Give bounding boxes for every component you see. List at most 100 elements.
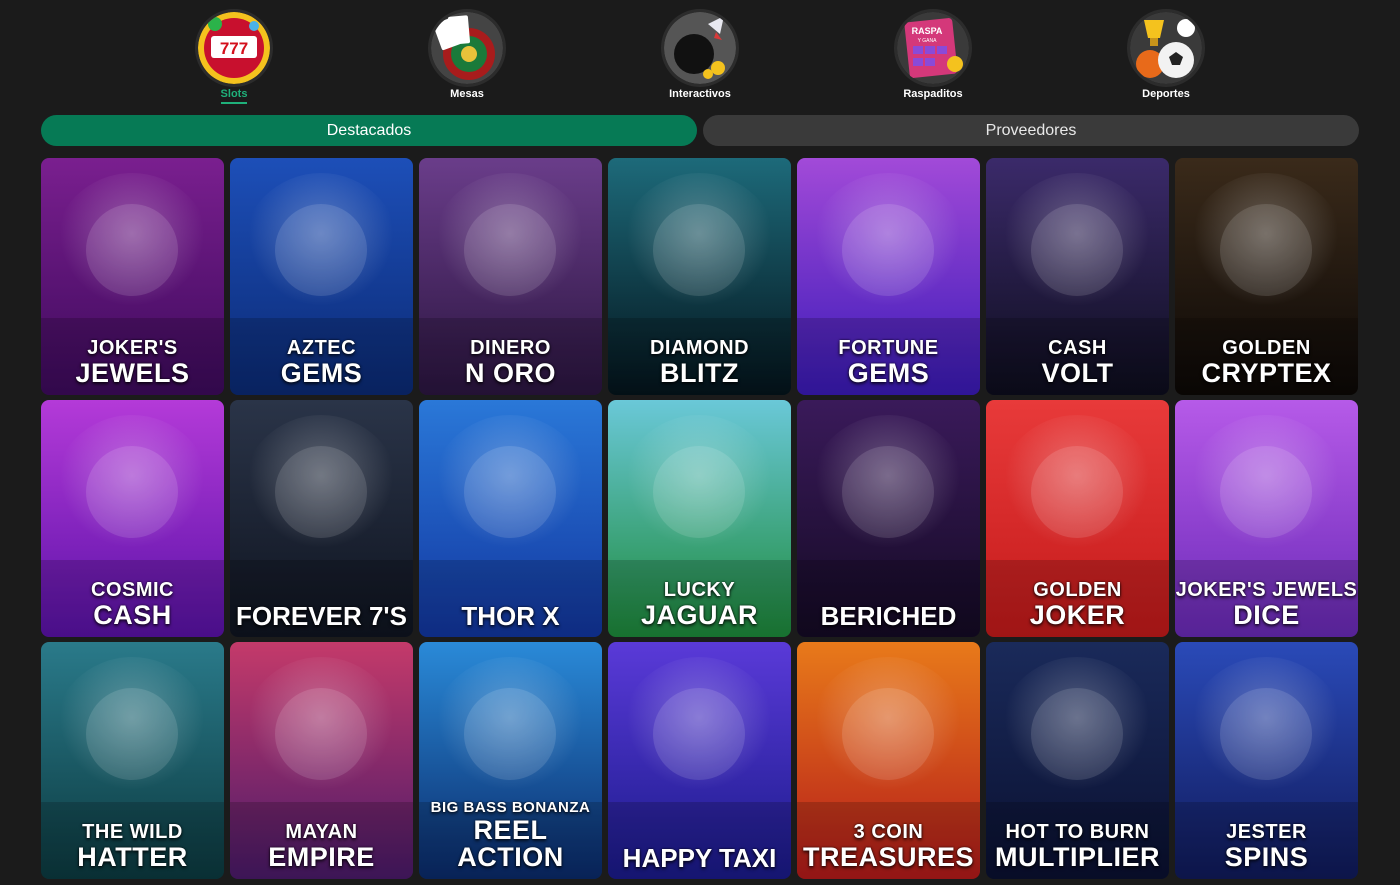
game-title-text: FOREVER 7'S xyxy=(236,601,407,631)
game-title-line2: CRYPTEX xyxy=(1201,358,1332,388)
category-interactivos[interactable]: Interactivos xyxy=(645,12,755,104)
game-tile[interactable]: JOKER'S JEWELS DICE xyxy=(1175,400,1358,637)
game-title-line2: EMPIRE xyxy=(268,842,375,872)
game-title: GOLDEN JOKER xyxy=(986,580,1169,629)
game-title: DINERO N ORO xyxy=(419,338,602,387)
game-title-line2: JAGUAR xyxy=(640,600,758,630)
game-title: THE WILD HATTER xyxy=(41,822,224,871)
game-title: BERICHED xyxy=(797,603,980,629)
game-title-line1: 3 COIN xyxy=(853,821,924,843)
tab-destacados[interactable]: Destacados xyxy=(41,115,697,146)
game-title: LUCKY JAGUAR xyxy=(608,580,791,629)
game-title-line1: FORTUNE xyxy=(838,337,939,359)
game-title-line2: CASH xyxy=(93,600,172,630)
game-tile[interactable]: MAYAN EMPIRE xyxy=(230,642,413,879)
game-title: JESTER SPINS xyxy=(1175,822,1358,871)
game-title-line1: GOLDEN xyxy=(1033,579,1122,601)
game-title-line2: BLITZ xyxy=(660,358,739,388)
scratch-card-icon: RASPA Y GANA xyxy=(897,12,969,84)
game-tile[interactable]: FOREVER 7'S xyxy=(230,400,413,637)
category-label: Deportes xyxy=(1142,88,1190,100)
game-tile[interactable]: DINERO N ORO xyxy=(419,158,602,395)
game-title: COSMIC CASH xyxy=(41,580,224,629)
game-title-text: BERICHED xyxy=(820,601,957,631)
game-title: GOLDEN CRYPTEX xyxy=(1175,338,1358,387)
game-title: FORTUNE GEMS xyxy=(797,338,980,387)
game-title: THOR X xyxy=(419,603,602,629)
game-title: BIG BASS BONANZA REEL ACTION xyxy=(419,800,602,871)
game-title-line1: BIG BASS BONANZA xyxy=(430,799,591,816)
game-title-line2: JOKER xyxy=(1029,600,1126,630)
scratch-card-text: RASPA xyxy=(912,26,943,36)
game-title-line2: MULTIPLIER xyxy=(995,842,1160,872)
slot-machine-icon: 777 xyxy=(198,12,270,84)
category-label: Raspaditos xyxy=(903,88,963,100)
game-title-line1: CASH xyxy=(1048,337,1107,359)
game-tile[interactable]: HOT TO BURN MULTIPLIER xyxy=(986,642,1169,879)
game-tile[interactable]: THOR X xyxy=(419,400,602,637)
game-tile[interactable]: LUCKY JAGUAR xyxy=(608,400,791,637)
game-title-line1: JOKER'S JEWELS xyxy=(1175,579,1358,601)
section-tabs: Destacados Proveedores xyxy=(41,115,1359,146)
roulette-cards-icon xyxy=(431,12,503,84)
game-tile[interactable]: JOKER'S JEWELS xyxy=(41,158,224,395)
game-title: JOKER'S JEWELS xyxy=(41,338,224,387)
game-title-line2: REEL ACTION xyxy=(457,815,564,872)
category-label: Slots xyxy=(220,88,248,104)
game-title-line1: COSMIC xyxy=(91,579,174,601)
game-title: MAYAN EMPIRE xyxy=(230,822,413,871)
game-tile[interactable]: AZTEC GEMS xyxy=(230,158,413,395)
game-tile[interactable]: THE WILD HATTER xyxy=(41,642,224,879)
game-tile[interactable]: BERICHED xyxy=(797,400,980,637)
category-raspaditos[interactable]: RASPA Y GANA Raspaditos xyxy=(878,12,988,104)
game-tile[interactable]: JESTER SPINS xyxy=(1175,642,1358,879)
category-nav: 777 Slots Mesas Interactivos RASPA Y GAN… xyxy=(0,0,1400,110)
game-title-line1: JESTER xyxy=(1226,821,1307,843)
game-title: CASH VOLT xyxy=(986,338,1169,387)
category-mesas[interactable]: Mesas xyxy=(412,12,522,104)
game-title-line1: JOKER'S xyxy=(87,337,178,359)
game-title-line2: N ORO xyxy=(464,358,556,388)
category-label: Interactivos xyxy=(669,88,731,100)
game-title-line2: GEMS xyxy=(847,358,930,388)
game-title-line2: VOLT xyxy=(1041,358,1114,388)
category-label: Mesas xyxy=(450,88,484,100)
game-title-line1: AZTEC xyxy=(286,337,357,359)
game-tile[interactable]: BIG BASS BONANZA REEL ACTION xyxy=(419,642,602,879)
svg-text:777: 777 xyxy=(220,39,248,58)
game-title: HOT TO BURN MULTIPLIER xyxy=(986,822,1169,871)
game-title-line2: TREASURES xyxy=(802,842,975,872)
game-title: AZTEC GEMS xyxy=(230,338,413,387)
game-title-text: HAPPY TAXI xyxy=(622,843,777,873)
game-title-line1: GOLDEN xyxy=(1222,337,1311,359)
game-tile[interactable]: FORTUNE GEMS xyxy=(797,158,980,395)
game-title-line2: GEMS xyxy=(280,358,363,388)
game-tile[interactable]: 3 COIN TREASURES xyxy=(797,642,980,879)
game-tile[interactable]: CASH VOLT xyxy=(986,158,1169,395)
game-title-line1: DIAMOND xyxy=(649,337,750,359)
game-tile[interactable]: HAPPY TAXI xyxy=(608,642,791,879)
category-deportes[interactable]: Deportes xyxy=(1111,12,1221,104)
game-title: DIAMOND BLITZ xyxy=(608,338,791,387)
game-title-line1: HOT TO BURN xyxy=(1005,821,1150,843)
game-tile[interactable]: GOLDEN CRYPTEX xyxy=(1175,158,1358,395)
sports-balls-icon xyxy=(1130,12,1202,84)
game-title-line2: JEWELS xyxy=(75,358,190,388)
game-title: FOREVER 7'S xyxy=(230,603,413,629)
scratch-card-subtext: Y GANA xyxy=(918,38,937,44)
game-title-line1: THE WILD xyxy=(82,821,183,843)
bomb-rocket-icon xyxy=(664,12,736,84)
game-tile[interactable]: COSMIC CASH xyxy=(41,400,224,637)
game-title-line2: HATTER xyxy=(77,842,188,872)
game-tile[interactable]: DIAMOND BLITZ xyxy=(608,158,791,395)
tab-proveedores[interactable]: Proveedores xyxy=(703,115,1359,146)
game-title-line1: LUCKY xyxy=(663,579,736,601)
game-title: 3 COIN TREASURES xyxy=(797,822,980,871)
game-tile[interactable]: GOLDEN JOKER xyxy=(986,400,1169,637)
game-title-line1: MAYAN xyxy=(285,821,358,843)
game-title: JOKER'S JEWELS DICE xyxy=(1175,580,1358,629)
game-title-line2: DICE xyxy=(1233,600,1300,630)
category-slots[interactable]: 777 Slots xyxy=(179,12,289,104)
game-title-line2: SPINS xyxy=(1224,842,1309,872)
game-title-line1: DINERO xyxy=(470,337,551,359)
